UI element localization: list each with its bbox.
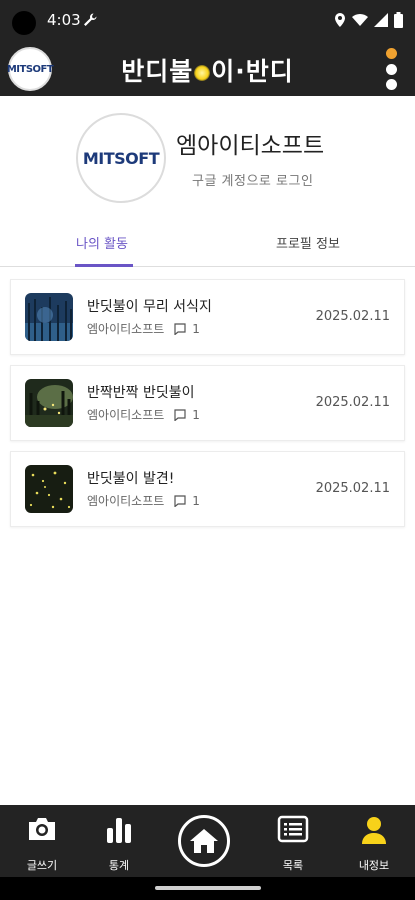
comment-count: 1: [192, 493, 200, 508]
comment-count: 1: [192, 407, 200, 422]
tab-profile-info[interactable]: 프로필 정보: [276, 233, 340, 252]
status-icons: [334, 12, 403, 28]
post-card[interactable]: 반딧불이 무리 서식지 엠아이티소프트 1 2025.02.11: [10, 279, 405, 355]
list-icon: [277, 815, 309, 843]
post-thumbnail: [25, 465, 73, 513]
post-author: 엠아이티소프트: [87, 322, 165, 336]
post-date: 2025.02.11: [315, 309, 390, 324]
app-title-right: 반디: [245, 57, 294, 86]
nav-my-info-label: 내정보: [358, 859, 390, 872]
wrench-icon: [84, 13, 97, 26]
signal-icon: [374, 13, 388, 27]
comment-count: 1: [192, 321, 200, 336]
app-title: 반디불 이·반디: [121, 57, 294, 86]
nav-list[interactable]: 목록: [263, 813, 323, 872]
post-author: 엠아이티소프트: [87, 408, 165, 422]
comment-icon: [174, 408, 186, 421]
profile-name: 엠아이티소프트: [176, 133, 325, 159]
post-date: 2025.02.11: [315, 395, 390, 410]
app-title-mid: 이: [211, 57, 236, 86]
post-card[interactable]: 반딧불이 발견! 엠아이티소프트 1 2025.02.11: [10, 451, 405, 527]
comment-icon: [174, 322, 186, 335]
camera-icon: [29, 818, 55, 840]
post-thumbnail: [25, 293, 73, 341]
login-method: 구글 계정으로 로그인: [192, 174, 314, 189]
nav-my-info[interactable]: 내정보: [344, 813, 404, 872]
app-header: MITSOFT 반디불 이·반디: [0, 42, 415, 96]
avatar-logo-text: MITSOFT: [82, 148, 160, 168]
post-meta: 엠아이티소프트 1: [87, 320, 200, 337]
location-icon: [335, 13, 345, 27]
nav-write-label: 글쓰기: [26, 859, 58, 872]
bottom-nav: 글쓰기 통계 목록 내정보: [0, 805, 415, 877]
tab-my-activity[interactable]: 나의 활동: [76, 233, 128, 252]
camera-cutout: [12, 11, 36, 35]
active-tab-indicator: [75, 264, 133, 267]
nav-stats[interactable]: 통계: [89, 813, 149, 872]
post-title: 반딧불이 발견!: [87, 471, 175, 487]
nav-list-label: 목록: [282, 859, 304, 872]
post-thumbnail: [25, 379, 73, 427]
post-title: 반짝반짝 반딧불이: [87, 385, 195, 401]
post-card[interactable]: 반짝반짝 반딧불이 엠아이티소프트 1 2025.02.11: [10, 365, 405, 441]
post-meta: 엠아이티소프트 1: [87, 406, 200, 423]
comment-icon: [174, 494, 186, 507]
gesture-bar: [0, 877, 415, 900]
app-title-left: 반디불: [121, 57, 194, 86]
user-icon: [362, 817, 386, 844]
post-title: 반딧불이 무리 서식지: [87, 299, 212, 315]
firefly-icon: [194, 65, 211, 81]
home-gesture-handle[interactable]: [155, 886, 261, 890]
status-time: 4:03: [47, 11, 81, 29]
wifi-icon: [352, 13, 368, 26]
profile-section: MITSOFT 엠아이티소프트 구글 계정으로 로그인: [0, 96, 415, 221]
post-author: 엠아이티소프트: [87, 494, 165, 508]
nav-write[interactable]: 글쓰기: [12, 813, 72, 872]
profile-tabs: 나의 활동 프로필 정보: [0, 221, 415, 267]
profile-avatar: MITSOFT: [76, 113, 166, 203]
post-meta: 엠아이티소프트 1: [87, 492, 200, 509]
bar-chart-icon: [107, 818, 131, 843]
battery-icon: [394, 12, 403, 28]
post-date: 2025.02.11: [315, 481, 390, 496]
home-icon: [190, 829, 218, 853]
nav-home[interactable]: [178, 815, 230, 867]
more-menu-icon[interactable]: [381, 48, 401, 90]
nav-stats-label: 통계: [108, 859, 130, 872]
status-bar: 4:03: [0, 0, 415, 42]
